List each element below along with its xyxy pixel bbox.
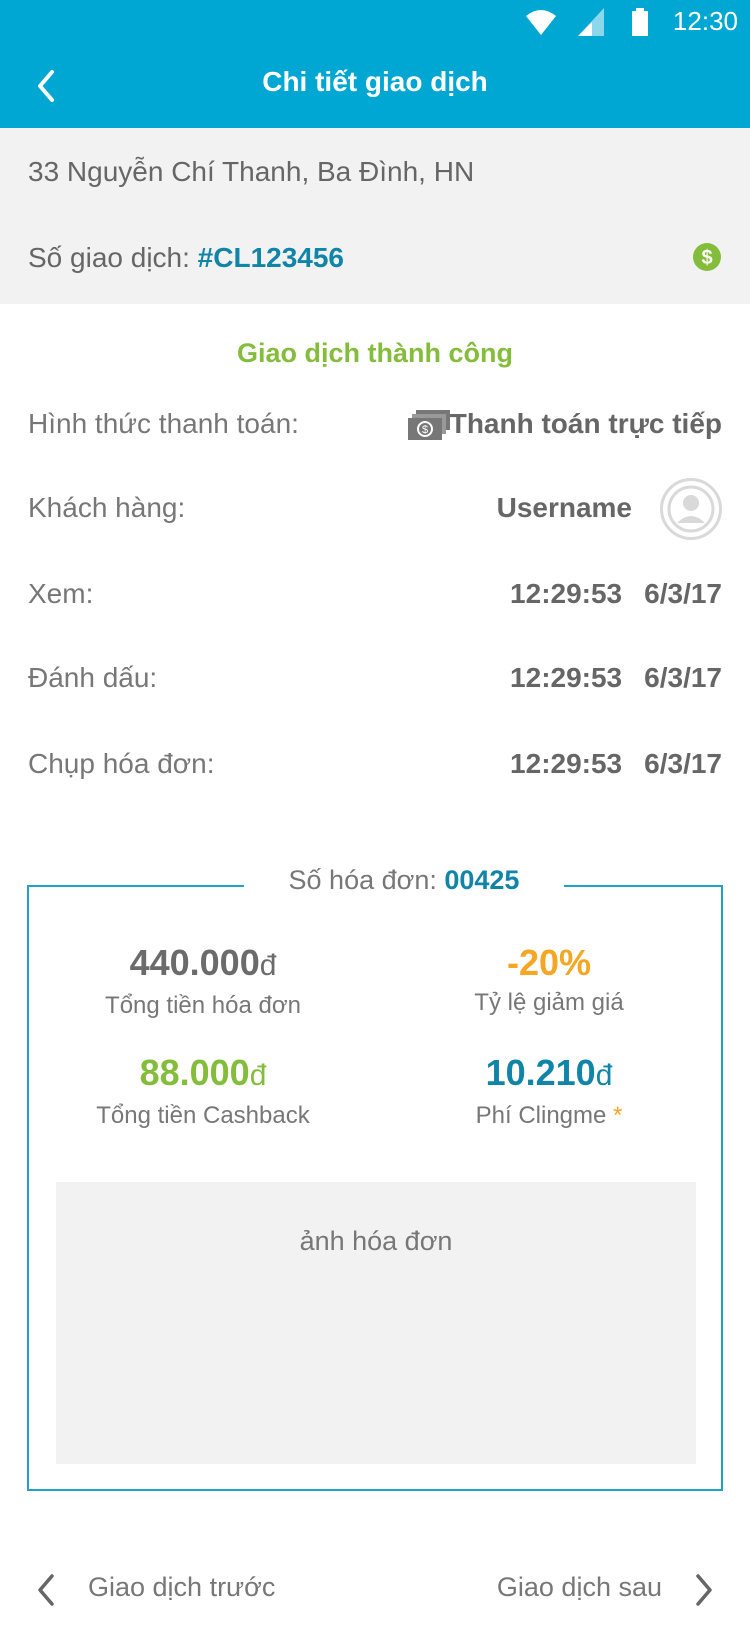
- captured-datetime: 12:29:53 6/3/17: [488, 748, 722, 780]
- cashback-value: 88.000: [139, 1052, 250, 1093]
- chevron-right-icon: [696, 1574, 712, 1606]
- battery-icon: [632, 8, 648, 36]
- transaction-nav: Giao dịch trước Giao dịch sau: [0, 1560, 750, 1620]
- customer-row: Khách hàng: Username: [28, 478, 722, 540]
- viewed-date: 6/3/17: [644, 578, 722, 609]
- invoice-card: Số hóa đơn: 00425 440.000đ Tổng tiền hóa…: [27, 865, 723, 1491]
- invoice-total-amount: 440.000đ: [53, 943, 353, 986]
- dollar-icon: $: [693, 243, 721, 271]
- transaction-code: #CL123456: [197, 242, 345, 273]
- viewed-row: Xem: 12:29:53 6/3/17: [28, 570, 722, 620]
- clingme-fee-caption: Phí Clingme *: [399, 1102, 699, 1130]
- customer-label: Khách hàng:: [28, 492, 186, 523]
- cashback-amount: 88.000đ: [53, 1053, 353, 1096]
- transaction-label: Số giao dịch:: [28, 242, 198, 273]
- svg-text:$: $: [422, 424, 428, 436]
- chevron-left-icon: [38, 1574, 54, 1606]
- marked-label: Đánh dấu:: [28, 662, 158, 693]
- store-header: 33 Nguyễn Chí Thanh, Ba Đình, HN Số giao…: [0, 128, 750, 304]
- discount-rate-value: -20%: [506, 942, 592, 983]
- cashback-caption: Tổng tiền Cashback: [96, 1102, 310, 1129]
- transaction-number: Số giao dịch: #CL123456: [28, 242, 344, 274]
- viewed-datetime: 12:29:53 6/3/17: [488, 578, 722, 610]
- clingme-fee-amount: 10.210đ: [399, 1053, 699, 1096]
- transaction-status: Giao dịch thành công: [237, 338, 513, 368]
- clingme-fee-asterisk: *: [613, 1102, 623, 1129]
- marked-time: 12:29:53: [510, 662, 623, 693]
- cashback-currency: đ: [249, 1059, 267, 1092]
- clingme-fee-label: Phí Clingme: [475, 1102, 614, 1129]
- invoice-total: 440.000đ Tổng tiền hóa đơn: [53, 943, 353, 1020]
- viewed-label: Xem:: [28, 578, 94, 609]
- store-address: 33 Nguyễn Chí Thanh, Ba Đình, HN: [28, 156, 475, 187]
- clingme-fee-value: 10.210: [485, 1052, 596, 1093]
- invoice-number-value: 00425: [444, 865, 520, 895]
- invoice-total-value: 440.000: [129, 942, 260, 983]
- signal-icon: [578, 8, 604, 36]
- status-time: 12:30: [672, 6, 738, 36]
- payment-method-value: Thanh toán trực tiếp: [449, 408, 722, 439]
- status-bar: 12:30: [0, 0, 750, 44]
- customer-name: Username: [496, 492, 632, 523]
- payment-method-row: Hình thức thanh toán: $ Thanh toán trực …: [28, 400, 722, 450]
- app-bar: Chi tiết giao dịch: [0, 44, 750, 128]
- cashback-total: 88.000đ Tổng tiền Cashback: [53, 1053, 353, 1130]
- svg-text:$: $: [701, 247, 712, 269]
- marked-row: Đánh dấu: 12:29:53 6/3/17: [28, 654, 722, 704]
- clingme-fee-currency: đ: [595, 1059, 613, 1092]
- invoice-number-label: Số hóa đơn:: [288, 865, 445, 895]
- payment-method-label: Hình thức thanh toán:: [28, 408, 299, 439]
- invoice-photo-label: ảnh hóa đơn: [299, 1226, 453, 1256]
- discount-rate-caption: Tỷ lệ giảm giá: [474, 989, 624, 1016]
- invoice-photo[interactable]: ảnh hóa đơn: [56, 1182, 696, 1464]
- discount-rate: -20% Tỷ lệ giảm giá: [399, 943, 699, 1017]
- wifi-icon: [526, 10, 556, 35]
- page-title: Chi tiết giao dịch: [262, 66, 488, 97]
- marked-date: 6/3/17: [644, 662, 722, 693]
- captured-row: Chụp hóa đơn: 12:29:53 6/3/17: [28, 740, 722, 790]
- next-transaction-label: Giao dịch sau: [496, 1572, 662, 1602]
- captured-label: Chụp hóa đơn:: [28, 748, 215, 779]
- marked-datetime: 12:29:53 6/3/17: [488, 662, 722, 694]
- user-icon: [667, 485, 715, 533]
- invoice-number: Số hóa đơn: 00425: [244, 865, 564, 896]
- avatar[interactable]: [660, 478, 722, 540]
- viewed-time: 12:29:53: [510, 578, 623, 609]
- cash-icon: $: [408, 410, 450, 440]
- previous-transaction-label: Giao dịch trước: [88, 1572, 276, 1602]
- captured-time: 12:29:53: [510, 748, 623, 779]
- invoice-total-caption: Tổng tiền hóa đơn: [105, 992, 301, 1019]
- invoice-total-currency: đ: [259, 949, 277, 982]
- captured-date: 6/3/17: [644, 748, 722, 779]
- clingme-fee: 10.210đ Phí Clingme *: [399, 1053, 699, 1130]
